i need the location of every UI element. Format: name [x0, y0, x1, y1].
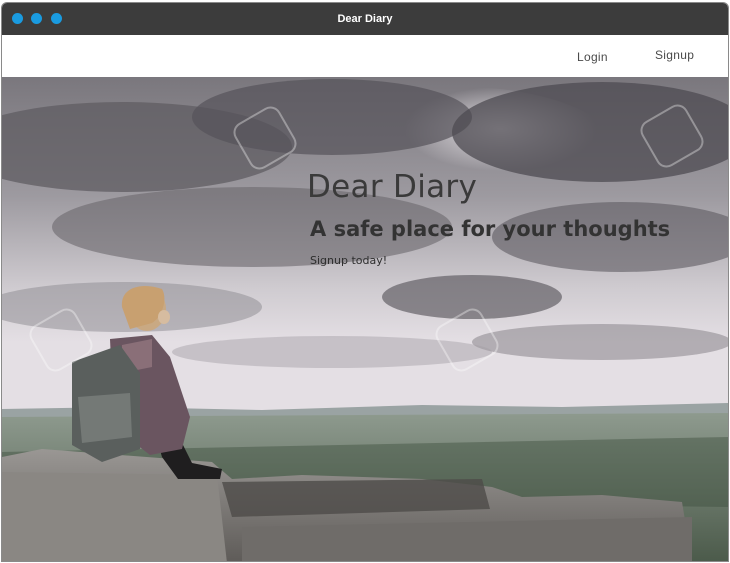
hero-background-image [2, 77, 728, 561]
hero-title: Dear Diary [307, 169, 478, 205]
hero-section: Dear Diary A safe place for your thought… [2, 77, 728, 561]
navbar: Login Signup [2, 35, 728, 77]
login-link[interactable]: Login [577, 50, 608, 64]
signup-link[interactable]: Signup [655, 48, 694, 62]
hero-subtitle: A safe place for your thoughts [310, 217, 671, 241]
signup-today-link[interactable]: Signup today! [310, 254, 387, 267]
app-window: Dear Diary Login Signup Dear Diary A saf… [1, 2, 729, 562]
window-title: Dear Diary [337, 13, 393, 25]
title-bar: Dear Diary [2, 3, 728, 35]
